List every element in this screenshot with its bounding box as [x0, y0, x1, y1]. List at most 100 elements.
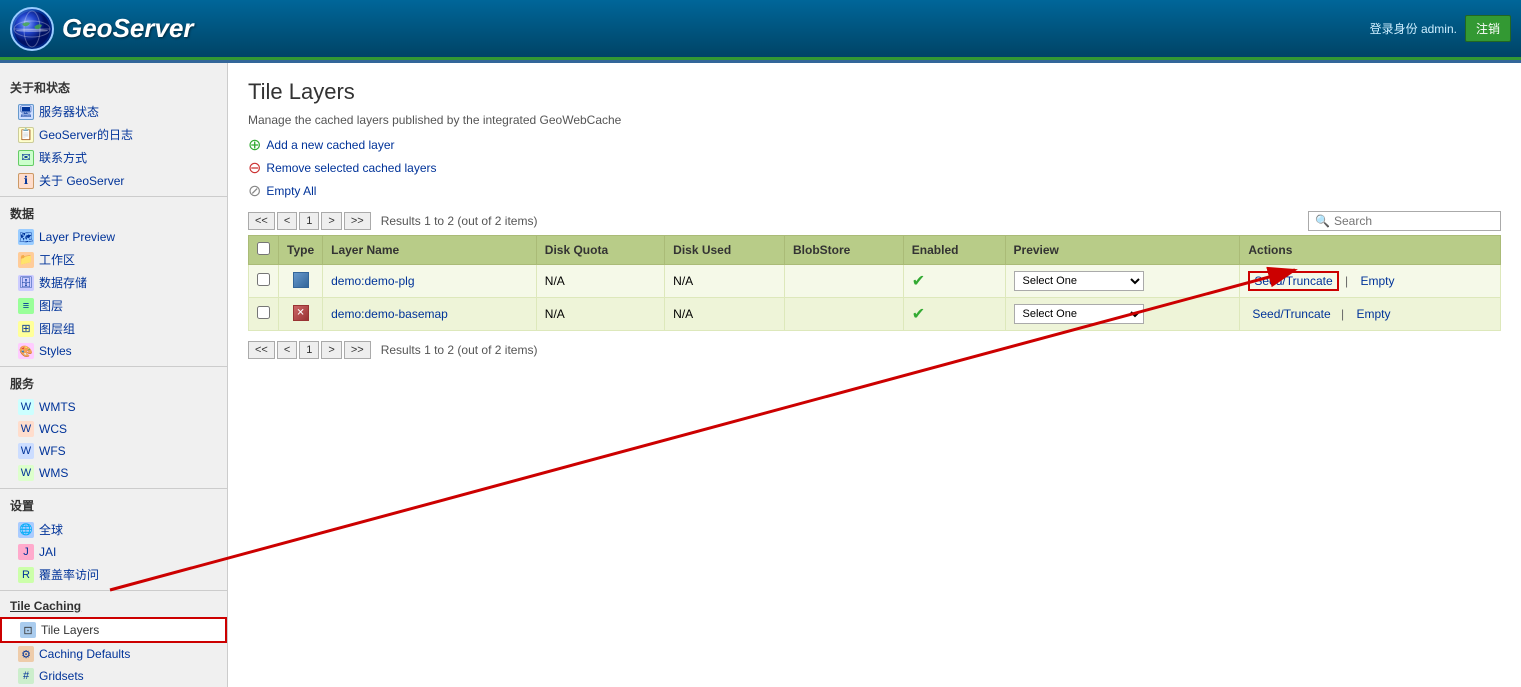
select-all-checkbox[interactable] — [257, 242, 270, 255]
row1-type-icon — [293, 272, 309, 288]
row1-preview-select[interactable]: Select One — [1014, 271, 1144, 291]
sidebar-item-wfs[interactable]: W WFS — [0, 440, 227, 462]
sidebar-item-global[interactable]: 🌐 全球 — [0, 518, 227, 541]
wfs-icon: W — [18, 443, 34, 459]
remove-cached-layers-link[interactable]: Remove selected cached layers — [266, 161, 436, 175]
sidebar-label-caching-defaults: Caching Defaults — [39, 647, 130, 661]
logo-area: GeoServer — [10, 7, 194, 51]
col-blobstore: BlobStore — [785, 236, 904, 265]
table-row: demo:demo-basemap N/A N/A ✔ Select One — [249, 298, 1501, 331]
row2-action-sep: | — [1341, 307, 1344, 321]
sidebar-label-layergroup: 图层组 — [39, 320, 75, 337]
row2-type-cell — [279, 298, 323, 331]
sidebar-item-about[interactable]: ℹ 关于 GeoServer — [0, 169, 227, 192]
sidebar-label-datastore: 数据存储 — [39, 274, 87, 291]
last-page-button[interactable]: >> — [344, 212, 371, 230]
row2-empty-link[interactable]: Empty — [1356, 307, 1390, 321]
prev-page-button[interactable]: < — [277, 212, 297, 230]
user-info: 登录身份 admin. — [1370, 20, 1457, 37]
sidebar-section-about: 关于和状态 — [0, 71, 227, 100]
action-links: ⊕ Add a new cached layer ⊖ Remove select… — [248, 135, 1501, 201]
log-icon: 📋 — [18, 127, 34, 143]
page-number-button[interactable]: 1 — [299, 212, 319, 230]
sidebar-item-datastore[interactable]: 🗄 数据存储 — [0, 271, 227, 294]
add-cached-layer-link[interactable]: Add a new cached layer — [266, 138, 394, 152]
empty-all-icon: ⊘ — [248, 181, 261, 201]
sidebar-section-services: 服务 — [0, 366, 227, 396]
sidebar-item-layergroup[interactable]: ⊞ 图层组 — [0, 317, 227, 340]
row1-layer-name-link[interactable]: demo:demo-plg — [331, 274, 414, 288]
sidebar-item-workspace[interactable]: 📁 工作区 — [0, 248, 227, 271]
logo-text: GeoServer — [62, 13, 194, 44]
sidebar-item-layers[interactable]: ≡ 图层 — [0, 294, 227, 317]
prev-page-button-bottom[interactable]: < — [277, 341, 297, 359]
styles-icon: 🎨 — [18, 343, 34, 359]
empty-all-action: ⊘ Empty All — [248, 181, 1501, 201]
wcs-icon: W — [18, 421, 34, 437]
search-box[interactable]: 🔍 — [1308, 211, 1501, 231]
sidebar-item-log[interactable]: 📋 GeoServer的日志 — [0, 123, 227, 146]
row2-actions-cell: Seed/Truncate | Empty — [1240, 298, 1501, 331]
sidebar-item-jai[interactable]: J JAI — [0, 541, 227, 563]
logo-globe — [10, 7, 54, 51]
tile-layers-table: Type Layer Name Disk Quota Disk Used Blo… — [248, 235, 1501, 331]
col-layer-name: Layer Name — [323, 236, 537, 265]
sidebar-label-gridsets: Gridsets — [39, 669, 84, 683]
first-page-button-bottom[interactable]: << — [248, 341, 275, 359]
datastore-icon: 🗄 — [18, 275, 34, 291]
row2-layer-name-cell: demo:demo-basemap — [323, 298, 537, 331]
next-page-button-bottom[interactable]: > — [321, 341, 341, 359]
layout: 关于和状态 🖥 服务器状态 📋 GeoServer的日志 ✉ 联系方式 ℹ 关于… — [0, 63, 1521, 687]
remove-icon: ⊖ — [248, 158, 261, 178]
sidebar-item-tile-layers[interactable]: ⊡ Tile Layers — [0, 617, 227, 643]
page-number-button-bottom[interactable]: 1 — [299, 341, 319, 359]
sidebar-label-layer-preview: Layer Preview — [39, 230, 115, 244]
sidebar-label-wfs: WFS — [39, 444, 66, 458]
workspace-icon: 📁 — [18, 252, 34, 268]
sidebar-item-gridsets[interactable]: # Gridsets — [0, 665, 227, 687]
sidebar-item-contact[interactable]: ✉ 联系方式 — [0, 146, 227, 169]
sidebar-item-layer-preview[interactable]: 🗺 Layer Preview — [0, 226, 227, 248]
sidebar-label-contact: 联系方式 — [39, 149, 87, 166]
sidebar-item-server-status[interactable]: 🖥 服务器状态 — [0, 100, 227, 123]
last-page-button-bottom[interactable]: >> — [344, 341, 371, 359]
wmts-icon: W — [18, 399, 34, 415]
sidebar-item-rate[interactable]: R 覆盖率访问 — [0, 563, 227, 586]
sidebar-label-wms: WMS — [39, 466, 68, 480]
row2-blobstore-cell — [785, 298, 904, 331]
search-input[interactable] — [1334, 214, 1494, 228]
col-disk-quota: Disk Quota — [536, 236, 664, 265]
row1-preview-cell: Select One — [1005, 265, 1240, 298]
wms-icon: W — [18, 465, 34, 481]
top-toolbar: << < 1 > >> Results 1 to 2 (out of 2 ite… — [248, 211, 1501, 231]
row2-layer-name-link[interactable]: demo:demo-basemap — [331, 307, 448, 321]
row2-preview-select[interactable]: Select One — [1014, 304, 1144, 324]
sidebar-item-styles[interactable]: 🎨 Styles — [0, 340, 227, 362]
empty-all-link[interactable]: Empty All — [266, 184, 316, 198]
pagination-bottom: << < 1 > >> Results 1 to 2 (out of 2 ite… — [248, 341, 537, 359]
sidebar-item-wcs[interactable]: W WCS — [0, 418, 227, 440]
sidebar-label-about: 关于 GeoServer — [39, 172, 124, 189]
sidebar-item-wmts[interactable]: W WMTS — [0, 396, 227, 418]
first-page-button[interactable]: << — [248, 212, 275, 230]
sidebar-label-server-status: 服务器状态 — [39, 103, 99, 120]
rate-icon: R — [18, 567, 34, 583]
row1-action-sep: | — [1345, 274, 1348, 288]
row1-enabled-check: ✔ — [912, 273, 925, 290]
sidebar-item-caching-defaults[interactable]: ⚙ Caching Defaults — [0, 643, 227, 665]
row2-type-icon — [293, 305, 309, 321]
sidebar-item-wms[interactable]: W WMS — [0, 462, 227, 484]
row1-checkbox-cell — [249, 265, 279, 298]
sidebar-label-styles: Styles — [39, 344, 72, 358]
row2-seed-truncate-link[interactable]: Seed/Truncate — [1248, 306, 1334, 322]
row1-checkbox[interactable] — [257, 273, 270, 286]
page-description: Manage the cached layers published by th… — [248, 113, 1501, 127]
row2-checkbox[interactable] — [257, 306, 270, 319]
sidebar-label-tile-layers: Tile Layers — [41, 623, 99, 637]
row1-seed-truncate-link[interactable]: Seed/Truncate — [1248, 271, 1338, 291]
logout-button[interactable]: 注销 — [1465, 15, 1511, 42]
sidebar-section-tile-caching[interactable]: Tile Caching — [0, 590, 227, 617]
next-page-button[interactable]: > — [321, 212, 341, 230]
sidebar-label-wmts: WMTS — [39, 400, 76, 414]
row1-empty-link[interactable]: Empty — [1360, 274, 1394, 288]
